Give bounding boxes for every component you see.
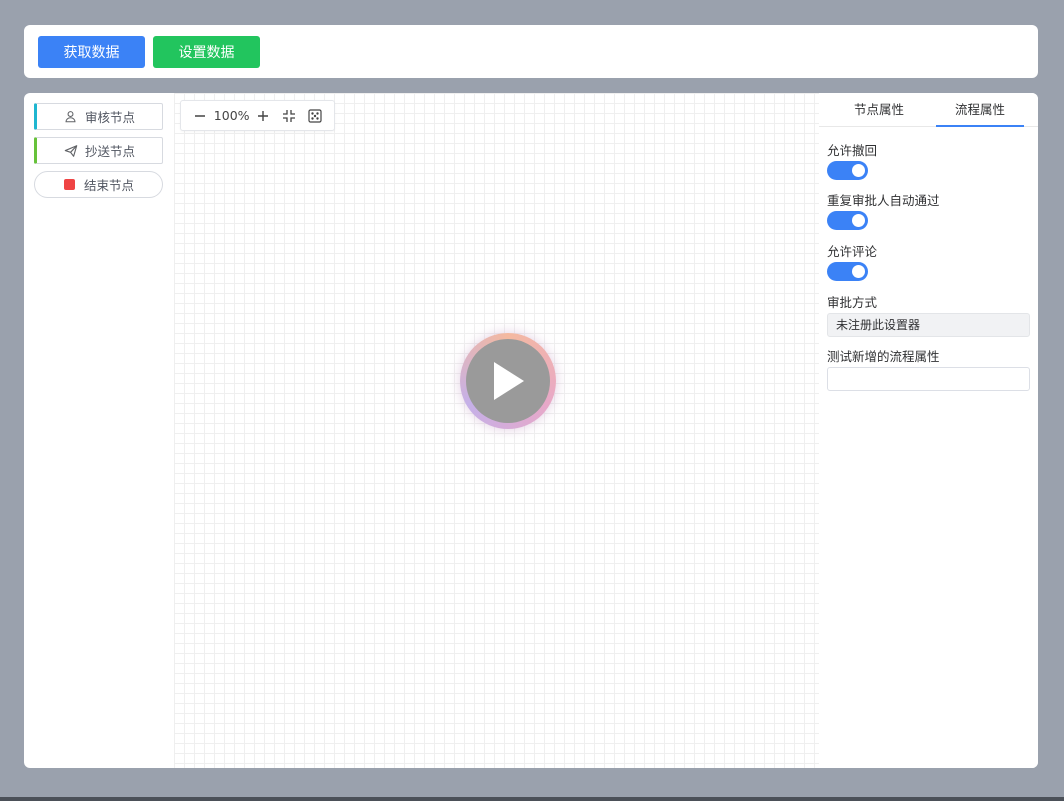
play-video-button[interactable] — [460, 333, 556, 429]
palette-item-cc-node[interactable]: 抄送节点 — [34, 137, 163, 164]
user-icon — [64, 110, 78, 124]
allow-comment-toggle[interactable] — [827, 262, 868, 281]
top-toolbar: 获取数据 设置数据 — [24, 25, 1038, 78]
palette-item-label: 结束节点 — [83, 178, 134, 193]
approval-mode-label: 审批方式 — [827, 295, 878, 310]
palette-item-end-node[interactable]: 结束节点 — [34, 171, 163, 198]
properties-panel: 节点属性 流程属性 允许撤回 重复审批人自动通过 允许评论 审批方式 未注册此设… — [819, 93, 1038, 768]
palette-item-label: 抄送节点 — [84, 144, 135, 159]
palette-item-audit-node[interactable]: 审核节点 — [34, 103, 163, 130]
tab-node-properties[interactable]: 节点属性 — [829, 93, 929, 127]
auto-pass-toggle[interactable] — [827, 211, 868, 230]
fit-view-icon[interactable] — [276, 103, 302, 129]
bottom-edge — [0, 797, 1064, 801]
zoom-in-icon[interactable] — [251, 103, 277, 129]
allow-comment-label: 允许评论 — [827, 244, 878, 259]
zoom-level: 100% — [213, 108, 250, 123]
set-data-button[interactable]: 设置数据 — [153, 36, 260, 68]
flow-editor: 审核节点 抄送节点 结束节点 100% 节点属性 流程属性 允许撤回 重复审批人… — [24, 93, 1038, 768]
panel-tabs: 节点属性 流程属性 — [819, 93, 1038, 127]
get-data-button[interactable]: 获取数据 — [38, 36, 145, 68]
auto-pass-label: 重复审批人自动通过 — [827, 193, 940, 208]
play-icon — [466, 339, 550, 423]
allow-withdraw-toggle[interactable] — [827, 161, 868, 180]
test-flow-attr-input[interactable] — [827, 367, 1030, 391]
minimap-icon[interactable] — [302, 103, 328, 129]
approval-mode-value: 未注册此设置器 — [827, 313, 1030, 337]
tab-flow-properties[interactable]: 流程属性 — [936, 93, 1024, 127]
send-icon — [64, 144, 78, 158]
palette-item-label: 审核节点 — [84, 110, 135, 125]
stop-square-icon — [63, 178, 77, 192]
allow-withdraw-label: 允许撤回 — [827, 143, 878, 158]
flow-canvas[interactable]: 100% — [174, 93, 819, 768]
zoom-out-icon[interactable] — [187, 103, 213, 129]
test-flow-attr-label: 测试新增的流程属性 — [827, 349, 940, 364]
zoom-toolbar: 100% — [180, 100, 335, 131]
node-palette: 审核节点 抄送节点 结束节点 — [24, 93, 174, 768]
